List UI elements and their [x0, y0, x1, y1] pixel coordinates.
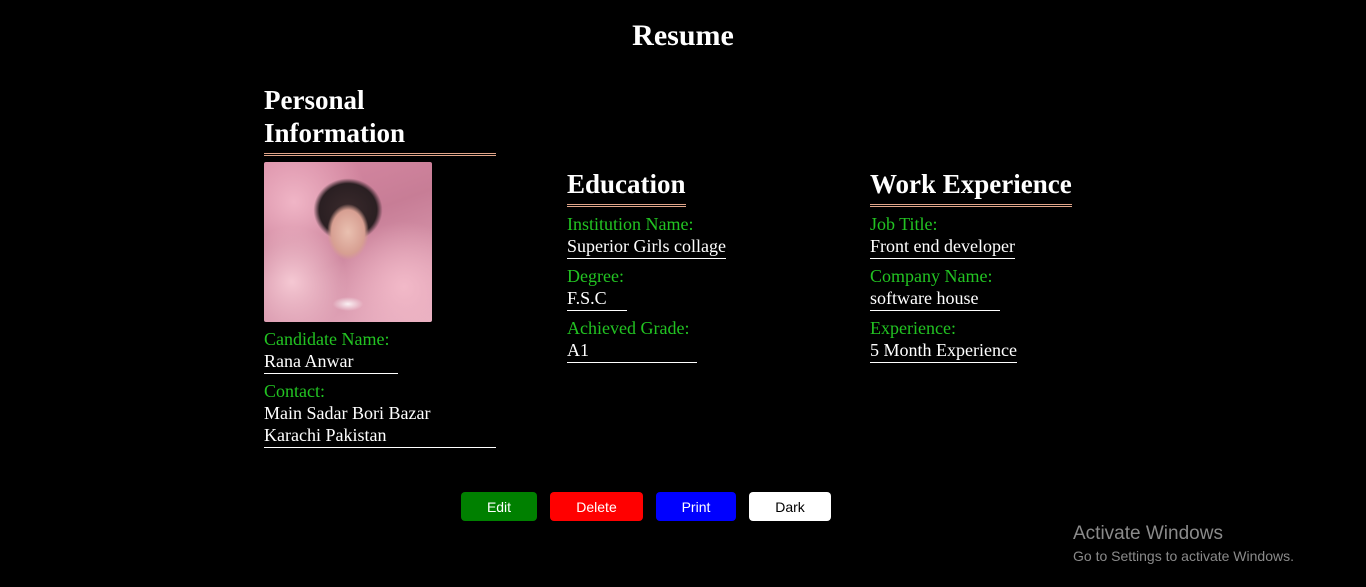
delete-button[interactable]: Delete	[550, 492, 643, 521]
grade-label: Achieved Grade:	[567, 318, 690, 338]
degree-label: Degree:	[567, 266, 624, 286]
personal-heading-line2: Information	[264, 118, 405, 148]
resume-page: Resume Personal Information Candidate Na…	[0, 0, 1366, 587]
job-title-field: Job Title: Front end developer	[870, 213, 1130, 259]
print-button[interactable]: Print	[656, 492, 736, 521]
activate-windows-watermark: Activate Windows Go to Settings to activ…	[1073, 522, 1294, 566]
contact-line2: Karachi Pakistan	[264, 425, 387, 445]
personal-info-heading: Personal Information	[264, 84, 496, 156]
grade-value: A1	[567, 339, 697, 363]
work-experience-section: Work Experience Job Title: Front end dev…	[870, 168, 1130, 363]
company-value: software house	[870, 287, 1000, 311]
degree-field: Degree: F.S.C	[567, 265, 807, 311]
candidate-name-label: Candidate Name:	[264, 329, 390, 349]
contact-field: Contact: Main Sadar Bori Bazar Karachi P…	[264, 380, 496, 448]
candidate-name-value: Rana Anwar	[264, 350, 398, 374]
contact-value: Main Sadar Bori Bazar Karachi Pakistan	[264, 402, 496, 448]
grade-field: Achieved Grade: A1	[567, 317, 807, 363]
company-label: Company Name:	[870, 266, 993, 286]
company-field: Company Name: software house	[870, 265, 1130, 311]
institution-field: Institution Name: Superior Girls collage	[567, 213, 807, 259]
education-heading: Education	[567, 168, 686, 207]
degree-value: F.S.C	[567, 287, 627, 311]
dark-mode-button[interactable]: Dark	[749, 492, 831, 521]
candidate-photo	[264, 162, 432, 322]
watermark-subtitle: Go to Settings to activate Windows.	[1073, 548, 1294, 564]
experience-label: Experience:	[870, 318, 956, 338]
experience-field: Experience: 5 Month Experience	[870, 317, 1130, 363]
personal-heading-line1: Personal	[264, 85, 365, 115]
personal-info-section: Personal Information Candidate Name: Ran…	[264, 84, 496, 448]
candidate-name-field: Candidate Name: Rana Anwar	[264, 328, 496, 374]
action-buttons: Edit Delete Print Dark	[461, 492, 831, 521]
institution-label: Institution Name:	[567, 214, 694, 234]
page-title: Resume	[632, 19, 734, 52]
contact-line1: Main Sadar Bori Bazar	[264, 403, 431, 423]
job-title-value: Front end developer	[870, 235, 1015, 259]
experience-value: 5 Month Experience	[870, 339, 1017, 363]
watermark-title: Activate Windows	[1073, 523, 1223, 544]
education-section: Education Institution Name: Superior Gir…	[567, 168, 807, 363]
work-experience-heading: Work Experience	[870, 168, 1072, 207]
contact-label: Contact:	[264, 381, 325, 401]
institution-value: Superior Girls collage	[567, 235, 726, 259]
job-title-label: Job Title:	[870, 214, 938, 234]
edit-button[interactable]: Edit	[461, 492, 537, 521]
